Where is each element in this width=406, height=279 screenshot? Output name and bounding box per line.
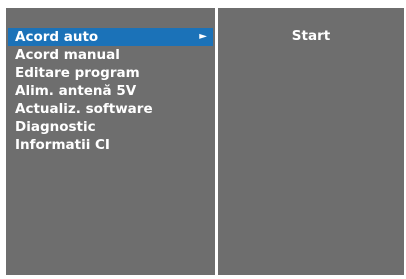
menu-item-label: Diagnostic — [15, 119, 96, 135]
menu-item-diagnostic[interactable]: Diagnostic — [8, 118, 213, 136]
menu-item-acord-manual[interactable]: Acord manual — [8, 46, 213, 64]
menu-item-acord-auto[interactable]: Acord auto ► — [8, 28, 213, 46]
start-option[interactable]: Start — [218, 27, 404, 45]
menu-item-label: Informatii CI — [15, 137, 110, 153]
menu-item-editare-program[interactable]: Editare program — [8, 64, 213, 82]
right-triangle-icon: ► — [199, 31, 207, 42]
menu-item-actualiz-software[interactable]: Actualiz. software — [8, 100, 213, 118]
menu-item-informatii-ci[interactable]: Informatii CI — [8, 136, 213, 154]
menu-item-label: Alim. antenă 5V — [15, 83, 137, 99]
tv-setup-screen: Acord auto ► Acord manual Editare progra… — [0, 0, 406, 279]
menu-item-label: Editare program — [15, 65, 140, 81]
menu-item-label: Acord auto — [15, 29, 99, 45]
setup-menu: Acord auto ► Acord manual Editare progra… — [8, 28, 213, 154]
menu-item-alim-antena[interactable]: Alim. antenă 5V — [8, 82, 213, 100]
submenu-panel: Start — [218, 8, 404, 275]
menu-item-label: Actualiz. software — [15, 101, 153, 117]
main-menu-panel: Acord auto ► Acord manual Editare progra… — [6, 8, 215, 275]
menu-item-label: Acord manual — [15, 47, 120, 63]
